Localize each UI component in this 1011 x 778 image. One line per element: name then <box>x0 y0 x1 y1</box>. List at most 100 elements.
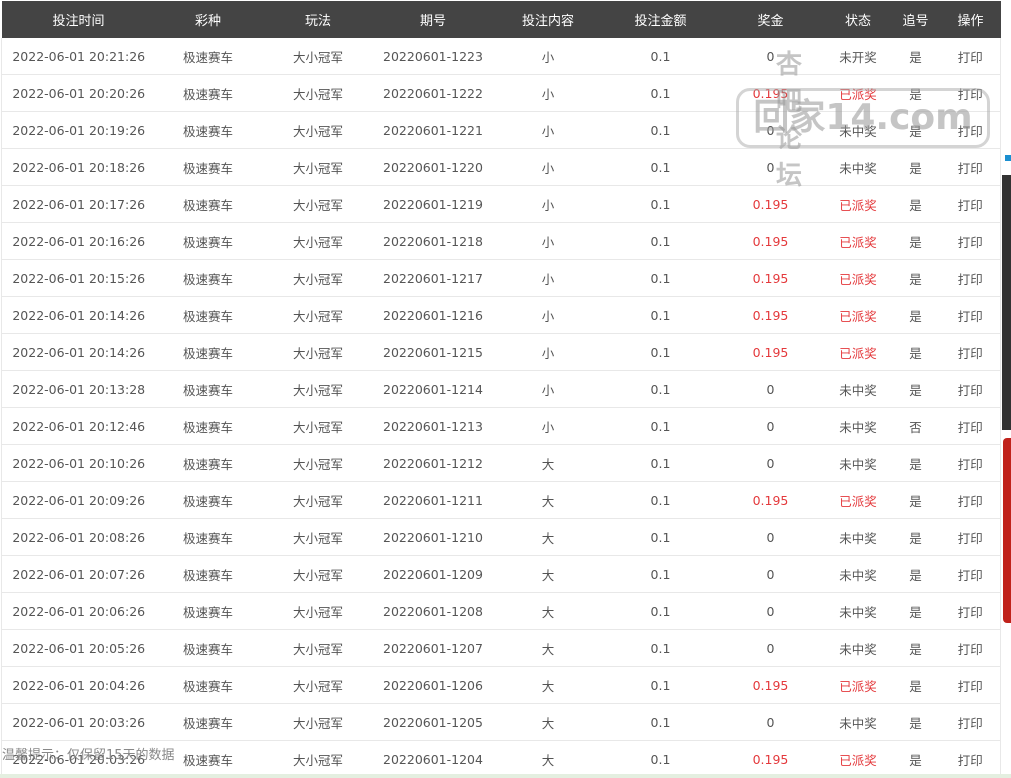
lottery-type-cell: 极速赛车 <box>155 148 261 186</box>
lottery-type-cell: 极速赛车 <box>155 111 261 149</box>
bet-amount-cell: 0.1 <box>605 222 716 260</box>
bet-content-cell: 大 <box>490 518 606 556</box>
column-header-prize: 奖金 <box>715 1 826 38</box>
bet-amount-cell: 0.1 <box>605 592 716 630</box>
issue-number-cell: 20220601-1211 <box>375 481 491 519</box>
prize-cell: 0.195 <box>715 333 826 371</box>
lottery-type-cell: 极速赛车 <box>155 222 261 260</box>
table-row: 2022-06-01 20:14:26 极速赛车 大小冠军 20220601-1215… <box>1 333 1001 371</box>
bet-content-cell: 大 <box>490 444 606 482</box>
lottery-type-cell: 极速赛车 <box>155 444 261 482</box>
action-cell[interactable]: 打印 <box>940 481 1001 519</box>
status-cell: 未中奖 <box>825 370 891 408</box>
bet-time-cell: 2022-06-01 20:17:26 <box>1 185 156 223</box>
bet-content-cell: 小 <box>490 148 606 186</box>
prize-cell: 0.195 <box>715 481 826 519</box>
bet-content-cell: 小 <box>490 38 606 75</box>
play-type-cell: 大小冠军 <box>260 333 376 371</box>
issue-number-cell: 20220601-1216 <box>375 296 491 334</box>
side-banner[interactable] <box>1003 438 1011 623</box>
bet-content-cell: 大 <box>490 740 606 778</box>
chase-cell: 是 <box>890 148 941 186</box>
bet-amount-cell: 0.1 <box>605 407 716 445</box>
status-cell: 已派奖 <box>825 481 891 519</box>
play-type-cell: 大小冠军 <box>260 555 376 593</box>
bet-amount-cell: 0.1 <box>605 74 716 112</box>
bet-amount-cell: 0.1 <box>605 555 716 593</box>
lottery-type-cell: 极速赛车 <box>155 185 261 223</box>
play-type-cell: 大小冠军 <box>260 444 376 482</box>
side-widget-icon[interactable] <box>1005 155 1011 161</box>
bet-amount-cell: 0.1 <box>605 296 716 334</box>
status-cell: 已派奖 <box>825 740 891 778</box>
action-cell[interactable]: 打印 <box>940 222 1001 260</box>
chase-cell: 是 <box>890 629 941 667</box>
action-cell[interactable]: 打印 <box>940 444 1001 482</box>
play-type-cell: 大小冠军 <box>260 296 376 334</box>
status-cell: 已派奖 <box>825 666 891 704</box>
action-cell[interactable]: 打印 <box>940 407 1001 445</box>
status-cell: 未中奖 <box>825 444 891 482</box>
bet-amount-cell: 0.1 <box>605 333 716 371</box>
action-cell[interactable]: 打印 <box>940 333 1001 371</box>
chase-cell: 是 <box>890 518 941 556</box>
action-cell[interactable]: 打印 <box>940 38 1001 75</box>
issue-number-cell: 20220601-1222 <box>375 74 491 112</box>
issue-number-cell: 20220601-1205 <box>375 703 491 741</box>
status-cell: 未中奖 <box>825 111 891 149</box>
lottery-type-cell: 极速赛车 <box>155 296 261 334</box>
issue-number-cell: 20220601-1206 <box>375 666 491 704</box>
action-cell[interactable]: 打印 <box>940 148 1001 186</box>
issue-number-cell: 20220601-1210 <box>375 518 491 556</box>
table-row: 2022-06-01 20:19:26 极速赛车 大小冠军 20220601-1221… <box>1 111 1001 149</box>
action-cell[interactable]: 打印 <box>940 185 1001 223</box>
action-cell[interactable]: 打印 <box>940 592 1001 630</box>
lottery-type-cell: 极速赛车 <box>155 74 261 112</box>
issue-number-cell: 20220601-1215 <box>375 333 491 371</box>
play-type-cell: 大小冠军 <box>260 703 376 741</box>
prize-cell: 0 <box>715 629 826 667</box>
table-row: 2022-06-01 20:10:26 极速赛车 大小冠军 20220601-1212… <box>1 444 1001 482</box>
bet-time-cell: 2022-06-01 20:14:26 <box>1 296 156 334</box>
column-header-chase: 追号 <box>890 1 941 38</box>
action-cell[interactable]: 打印 <box>940 740 1001 778</box>
action-cell[interactable]: 打印 <box>940 703 1001 741</box>
status-cell: 未中奖 <box>825 703 891 741</box>
bet-content-cell: 小 <box>490 407 606 445</box>
lottery-type-cell: 极速赛车 <box>155 38 261 75</box>
table-row: 2022-06-01 20:06:26 极速赛车 大小冠军 20220601-1208… <box>1 592 1001 630</box>
lottery-type-cell: 极速赛车 <box>155 333 261 371</box>
side-panel[interactable] <box>1002 175 1011 430</box>
table-row: 2022-06-01 20:12:46 极速赛车 大小冠军 20220601-1213… <box>1 407 1001 445</box>
bet-amount-cell: 0.1 <box>605 666 716 704</box>
prize-cell: 0.195 <box>715 222 826 260</box>
issue-number-cell: 20220601-1217 <box>375 259 491 297</box>
action-cell[interactable]: 打印 <box>940 518 1001 556</box>
status-cell: 未中奖 <box>825 629 891 667</box>
action-cell[interactable]: 打印 <box>940 259 1001 297</box>
lottery-type-cell: 极速赛车 <box>155 370 261 408</box>
column-header-action: 操作 <box>940 1 1001 38</box>
bet-time-cell: 2022-06-01 20:15:26 <box>1 259 156 297</box>
bet-content-cell: 小 <box>490 333 606 371</box>
play-type-cell: 大小冠军 <box>260 222 376 260</box>
action-cell[interactable]: 打印 <box>940 111 1001 149</box>
bet-amount-cell: 0.1 <box>605 703 716 741</box>
action-cell[interactable]: 打印 <box>940 296 1001 334</box>
bottom-bar <box>0 774 1011 778</box>
bet-amount-cell: 0.1 <box>605 481 716 519</box>
bet-content-cell: 大 <box>490 629 606 667</box>
bet-content-cell: 小 <box>490 259 606 297</box>
action-cell[interactable]: 打印 <box>940 629 1001 667</box>
bet-time-cell: 2022-06-01 20:21:26 <box>1 38 156 75</box>
action-cell[interactable]: 打印 <box>940 555 1001 593</box>
chase-cell: 是 <box>890 444 941 482</box>
play-type-cell: 大小冠军 <box>260 74 376 112</box>
chase-cell: 是 <box>890 555 941 593</box>
action-cell[interactable]: 打印 <box>940 74 1001 112</box>
issue-number-cell: 20220601-1223 <box>375 38 491 75</box>
action-cell[interactable]: 打印 <box>940 666 1001 704</box>
bet-time-cell: 2022-06-01 20:07:26 <box>1 555 156 593</box>
prize-cell: 0 <box>715 518 826 556</box>
action-cell[interactable]: 打印 <box>940 370 1001 408</box>
